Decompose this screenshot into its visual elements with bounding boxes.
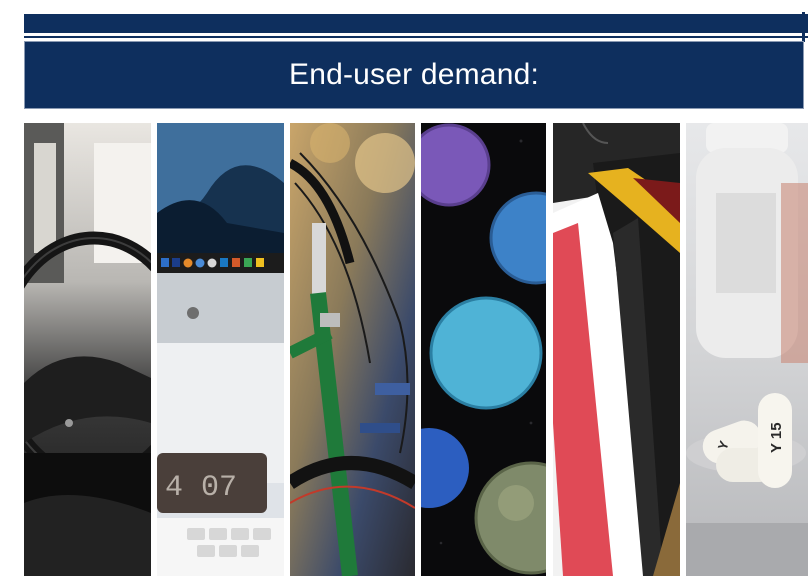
page-title: End-user demand: — [288, 58, 539, 91]
eyeshadow-palette-icon — [421, 123, 546, 576]
header-divider — [24, 36, 808, 38]
clothing-rack-image — [553, 123, 680, 576]
title-banner: End-user demand: — [24, 41, 804, 109]
computer-monitor-icon: 4 07 — [157, 123, 284, 576]
header-divider-end — [802, 12, 805, 42]
bicycle-icon — [290, 123, 415, 576]
car-steering-wheel-image — [24, 123, 151, 576]
pill-imprint-a: Y 15 — [768, 422, 785, 453]
computer-monitor-image: 4 07 — [157, 123, 284, 576]
header-accent-bar — [24, 14, 808, 33]
clothing-rack-icon — [553, 123, 680, 576]
eyeshadow-palette-image — [421, 123, 546, 576]
medicine-pills-image: Y 15 Y — [686, 123, 808, 576]
medicine-pills-icon: Y 15 Y — [686, 123, 808, 576]
clock-display: 4 07 — [165, 471, 237, 505]
bicycle-image — [290, 123, 415, 576]
car-steering-wheel-icon — [24, 123, 151, 576]
